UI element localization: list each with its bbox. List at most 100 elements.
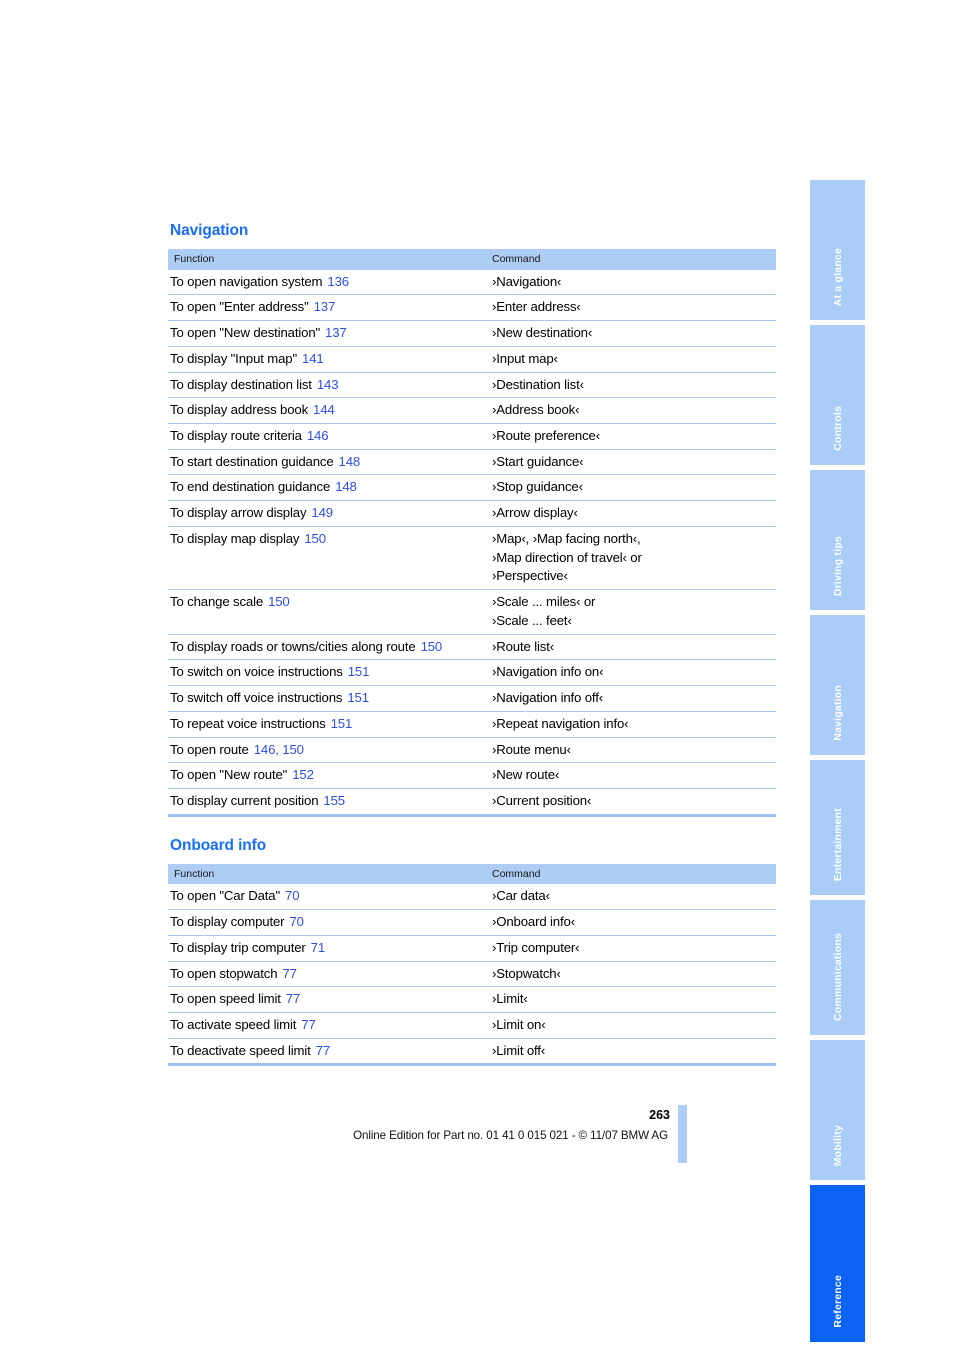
- function-label: To activate speed limit: [170, 1017, 297, 1033]
- thumb-tab-label: Driving tips: [831, 535, 844, 596]
- page-reference[interactable]: 137: [325, 325, 347, 340]
- page-reference[interactable]: 150: [421, 639, 443, 654]
- table-row: To display current position 155 ›Current p…: [168, 788, 776, 817]
- function-label: To display current position: [170, 793, 319, 809]
- thumb-tab-mobility[interactable]: Mobility: [810, 1040, 865, 1180]
- thumb-tab-controls[interactable]: Controls: [810, 325, 865, 465]
- page-reference[interactable]: 141: [302, 351, 324, 366]
- thumb-tab-label: Controls: [831, 406, 844, 451]
- page-edge-marker: [678, 1105, 687, 1163]
- page-reference[interactable]: 137: [314, 299, 336, 314]
- table-row: To display trip computer 71 ›Trip computer…: [168, 935, 776, 962]
- cell-function: To display current position 155: [168, 788, 485, 817]
- page-reference[interactable]: 155: [323, 793, 345, 808]
- cell-command: ›Input map‹: [485, 346, 776, 373]
- cell-command: ›Route menu‹: [485, 737, 776, 764]
- page-number: 263: [649, 1108, 670, 1122]
- cell-command: ›New destination‹: [485, 320, 776, 347]
- function-label: To deactivate speed limit: [170, 1042, 311, 1058]
- page-reference[interactable]: 136: [327, 274, 349, 289]
- page-reference[interactable]: 146: [307, 428, 329, 443]
- page-reference[interactable]: 70: [285, 888, 300, 903]
- page-reference[interactable]: 146, 150: [254, 742, 304, 757]
- cell-command: ›Repeat navigation info‹: [485, 711, 776, 738]
- cell-command: ›Limit‹: [485, 986, 776, 1014]
- cell-function: To open "New route" 152: [168, 762, 485, 790]
- thumb-tab-entertainment[interactable]: Entertainment: [810, 760, 865, 895]
- function-label: To display destination list: [170, 376, 312, 392]
- page-reference[interactable]: 152: [292, 767, 314, 782]
- cell-function: To open "New destination" 137: [168, 320, 485, 347]
- cell-command: ›Address book‹: [485, 397, 776, 424]
- table-row: To display arrow display 149 ›Arrow displa…: [168, 500, 776, 527]
- cell-command: ›Enter address‹: [485, 294, 776, 322]
- cell-command: ›Car data‹: [485, 884, 776, 911]
- function-label: To open speed limit: [170, 991, 281, 1007]
- function-label: To display address book: [170, 402, 309, 418]
- page-reference[interactable]: 77: [301, 1017, 316, 1032]
- thumb-tab-reference[interactable]: Reference: [810, 1185, 865, 1342]
- function-label: To open "Enter address": [170, 299, 309, 315]
- table-row: To open "Enter address" 137 ›Enter address…: [168, 294, 776, 322]
- table-row: To open "Car Data" 70 ›Car data‹: [168, 884, 776, 911]
- function-label: To display route criteria: [170, 428, 302, 443]
- column-header-command: Command: [485, 249, 776, 270]
- cell-command: ›New route‹: [485, 762, 776, 790]
- cell-function: To deactivate speed limit 77: [168, 1038, 485, 1067]
- cell-command: ›Route list‹: [485, 634, 776, 661]
- table-row: To display map display 150 ›Map‹, ›Map fac…: [168, 526, 776, 591]
- thumb-tab-label: Entertainment: [831, 807, 844, 881]
- page-reference[interactable]: 150: [268, 594, 290, 609]
- table-row: To display route criteria 146 ›Route prefe…: [168, 423, 776, 450]
- cell-function: To activate speed limit 77: [168, 1012, 485, 1039]
- table-row: To open stopwatch 77 ›Stopwatch‹: [168, 961, 776, 988]
- page-reference[interactable]: 148: [335, 479, 357, 494]
- thumb-tab-label: Reference: [831, 1275, 844, 1328]
- page-reference[interactable]: 77: [282, 966, 297, 981]
- function-label: To display computer: [170, 914, 285, 930]
- column-header-function: Function: [168, 863, 485, 885]
- table-row: To activate speed limit 77 ›Limit on‹: [168, 1012, 776, 1039]
- page-reference[interactable]: 143: [317, 377, 339, 392]
- page-reference[interactable]: 77: [316, 1043, 331, 1058]
- cell-function: To open "Car Data" 70: [168, 884, 485, 911]
- table-row: To deactivate speed limit 77 ›Limit off‹: [168, 1038, 776, 1067]
- function-label: To change scale: [170, 594, 264, 610]
- cell-function: To display map display 150: [168, 526, 485, 591]
- function-label: To switch off voice instructions: [170, 690, 343, 706]
- thumb-tab-communications[interactable]: Communications: [810, 900, 865, 1035]
- cell-command: ›Stop guidance‹: [485, 474, 776, 502]
- cell-command: ›Stopwatch‹: [485, 961, 776, 988]
- page-reference[interactable]: 71: [311, 940, 326, 955]
- function-label: To open stopwatch: [170, 965, 278, 981]
- page-reference[interactable]: 149: [311, 505, 333, 520]
- page-reference[interactable]: 148: [339, 454, 361, 469]
- table-row: To display roads or towns/cities along r…: [168, 634, 776, 661]
- page-reference[interactable]: 77: [286, 991, 301, 1006]
- cell-command: ›Map‹, ›Map facing north‹, ›Map directio…: [485, 526, 776, 591]
- page-reference[interactable]: 151: [348, 664, 370, 679]
- page-reference[interactable]: 144: [313, 402, 335, 417]
- cell-function: To end destination guidance 148: [168, 474, 485, 502]
- function-label: To switch on voice instructions: [170, 664, 343, 680]
- table-row: To end destination guidance 148 ›Stop guid…: [168, 474, 776, 502]
- function-label: To open "New route": [170, 767, 288, 783]
- thumb-tab-at-a-glance[interactable]: At a glance: [810, 180, 865, 320]
- cell-command: ›Limit on‹: [485, 1012, 776, 1039]
- page-reference[interactable]: 151: [347, 690, 369, 705]
- thumb-tab-driving-tips[interactable]: Driving tips: [810, 470, 865, 610]
- cell-command: ›Arrow display‹: [485, 500, 776, 527]
- thumb-tab-navigation[interactable]: Navigation: [810, 615, 865, 755]
- table-row: To display address book 144 ›Address book‹: [168, 397, 776, 424]
- page-reference[interactable]: 70: [289, 914, 304, 929]
- section-heading: Navigation: [170, 222, 249, 239]
- cell-command: ›Scale ... miles‹ or ›Scale ... feet‹: [485, 589, 776, 635]
- table-row: To open "New destination" 137 ›New destina…: [168, 320, 776, 347]
- function-label: To display roads or towns/cities along r…: [170, 638, 416, 654]
- cell-function: To display destination list 143: [168, 372, 485, 399]
- cell-command: ›Trip computer‹: [485, 935, 776, 962]
- edition-notice: Online Edition for Part no. 01 41 0 015 …: [353, 1129, 668, 1142]
- function-label: To display trip computer: [170, 939, 306, 955]
- page-reference[interactable]: 151: [331, 716, 353, 731]
- page-reference[interactable]: 150: [304, 531, 326, 546]
